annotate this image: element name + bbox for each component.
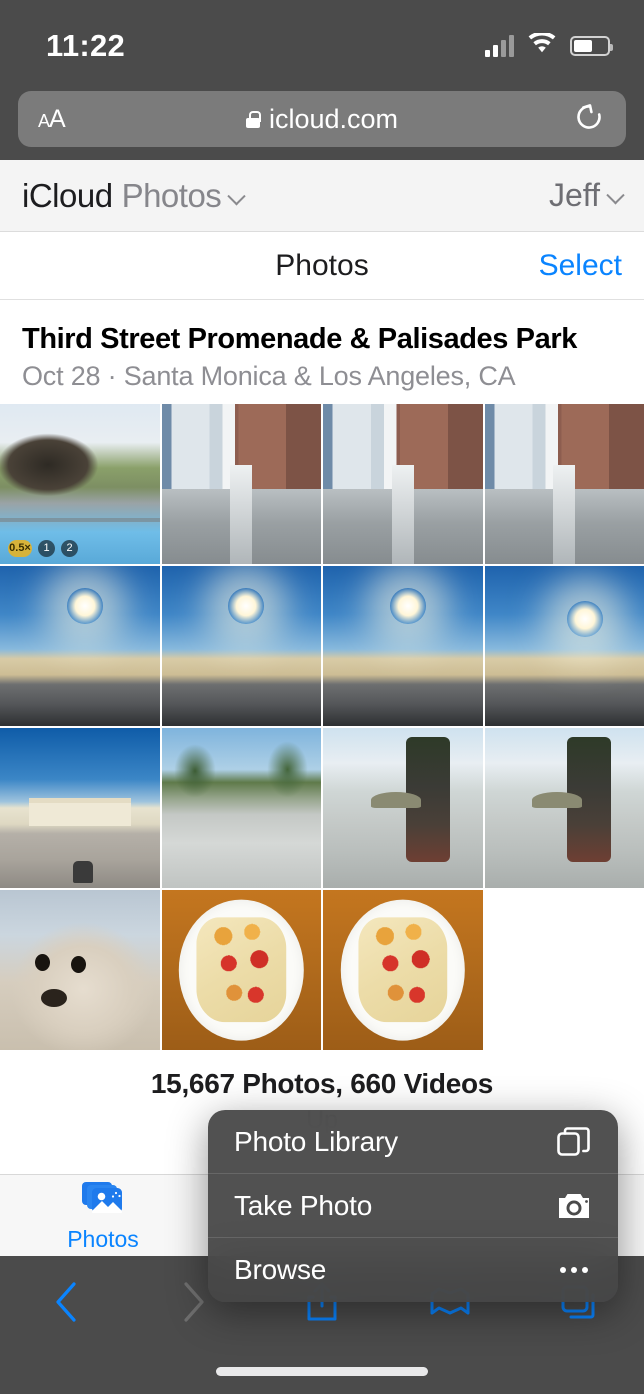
- camera-icon: [556, 1190, 592, 1222]
- icloud-brand[interactable]: iCloud Photos: [22, 176, 247, 215]
- user-name-label: Jeff: [549, 177, 600, 213]
- album-subtitle: Oct 28 · Santa Monica & Los Angeles, CA: [22, 360, 516, 391]
- layers-icon: [556, 1126, 592, 1158]
- photo-civic-building[interactable]: [0, 727, 160, 888]
- photo-thumbnail-image: [0, 727, 160, 888]
- chevron-down-icon[interactable]: [227, 186, 247, 205]
- upload-source-context-menu[interactable]: Photo Library Take Photo Browse: [208, 1110, 618, 1302]
- chevron-down-icon[interactable]: [606, 186, 625, 205]
- photo-plaza-sculpture-1[interactable]: [323, 727, 483, 888]
- icloud-app-name: Photos: [121, 176, 222, 214]
- photo-crepes-1[interactable]: [161, 889, 321, 1050]
- page-title: Photos: [275, 248, 369, 282]
- select-button[interactable]: Select: [539, 249, 622, 283]
- cellular-signal-icon: [485, 35, 514, 57]
- wifi-icon: [527, 31, 557, 60]
- zoom-badge-row: 0.5× 1 2: [8, 539, 78, 557]
- zoom-badge: 0.5×: [8, 539, 32, 557]
- photo-beach-sun-2[interactable]: [161, 565, 321, 726]
- photo-beach-sun-4[interactable]: [484, 565, 644, 726]
- status-bar-clock: 11:22: [46, 28, 126, 63]
- context-menu-item-label: Photo Library: [234, 1125, 398, 1157]
- photos-scroll-area[interactable]: Third Street Promenade & Palisades Park …: [0, 300, 644, 1174]
- lock-icon: [245, 110, 261, 128]
- photo-thumbnail-image: [161, 727, 321, 888]
- photo-alleyway-2[interactable]: [323, 403, 483, 564]
- photos-stack-icon: [80, 1178, 126, 1223]
- address-bar-content: icloud.com: [18, 104, 626, 135]
- photo-thumbnail-image: [484, 727, 644, 888]
- photo-beach-sun-3[interactable]: [323, 565, 483, 726]
- photo-thumbnail-image: [323, 889, 483, 1050]
- photo-thumbnail-image: [484, 403, 644, 564]
- icloud-header: iCloud Photos Jeff: [0, 160, 644, 232]
- photo-dog[interactable]: [0, 889, 160, 1050]
- grid-empty-slot: [484, 889, 644, 1050]
- text-size-button[interactable]: AA: [38, 105, 66, 134]
- status-bar-indicators: [485, 31, 613, 60]
- home-indicator: [216, 1367, 428, 1376]
- iphone-screen: 11:22 AA icloud.com iCloud Photos Jeff P…: [0, 0, 644, 1394]
- photo-alleyway-3[interactable]: [484, 403, 644, 564]
- album-header: Third Street Promenade & Palisades Park …: [0, 300, 644, 404]
- photo-thumbnail-image: [323, 403, 483, 564]
- zoom-badge: 2: [61, 539, 78, 557]
- photo-alleyway-1[interactable]: [161, 403, 321, 564]
- photo-thumbnail-image: [484, 565, 644, 726]
- photo-beach-sun-1[interactable]: [0, 565, 160, 726]
- icloud-wordmark: iCloud: [22, 176, 113, 214]
- photo-thumbnail-image: [323, 565, 483, 726]
- photo-thumbnail-image: [323, 727, 483, 888]
- photo-thumbnail-image: [0, 889, 160, 1050]
- tab-photos-label: Photos: [67, 1226, 139, 1252]
- photo-dinosaur-fountain[interactable]: 0.5× 1 2: [0, 403, 160, 564]
- photos-toolbar: Photos Select: [0, 232, 644, 300]
- photo-plaza-sculpture-2[interactable]: [484, 727, 644, 888]
- ellipsis-dots: [560, 1267, 588, 1273]
- tab-photos[interactable]: Photos: [48, 1178, 158, 1253]
- library-count: 15,667 Photos, 660 Videos: [150, 1067, 494, 1099]
- album-title: Third Street Promenade & Palisades Park: [22, 323, 577, 355]
- photo-promenade-street[interactable]: [161, 727, 321, 888]
- photo-crepes-2[interactable]: [323, 889, 483, 1050]
- context-menu-item-browse[interactable]: Browse: [208, 1238, 618, 1302]
- zoom-badge: 1: [38, 539, 55, 557]
- battery-icon: [570, 36, 613, 56]
- context-menu-item-take-photo[interactable]: Take Photo: [208, 1174, 618, 1238]
- context-menu-item-label: Take Photo: [234, 1189, 373, 1221]
- photo-thumbnail-image: [161, 403, 321, 564]
- context-menu-item-label: Browse: [234, 1254, 327, 1285]
- ellipsis-icon: [556, 1254, 592, 1286]
- photo-grid: 0.5× 1 2: [0, 403, 644, 1050]
- context-menu-item-photo-library[interactable]: Photo Library: [208, 1110, 618, 1174]
- photo-thumbnail-image: [161, 889, 321, 1050]
- url-text: icloud.com: [268, 103, 399, 134]
- safari-address-bar-container: AA icloud.com: [0, 78, 644, 160]
- status-bar: 11:22: [0, 0, 644, 78]
- user-menu[interactable]: Jeff: [549, 177, 625, 214]
- photo-thumbnail-image: [0, 565, 160, 726]
- address-bar[interactable]: AA icloud.com: [18, 91, 626, 147]
- reload-icon[interactable]: [572, 100, 606, 139]
- photo-thumbnail-image: [161, 565, 321, 726]
- chevron-left-icon[interactable]: [44, 1280, 88, 1324]
